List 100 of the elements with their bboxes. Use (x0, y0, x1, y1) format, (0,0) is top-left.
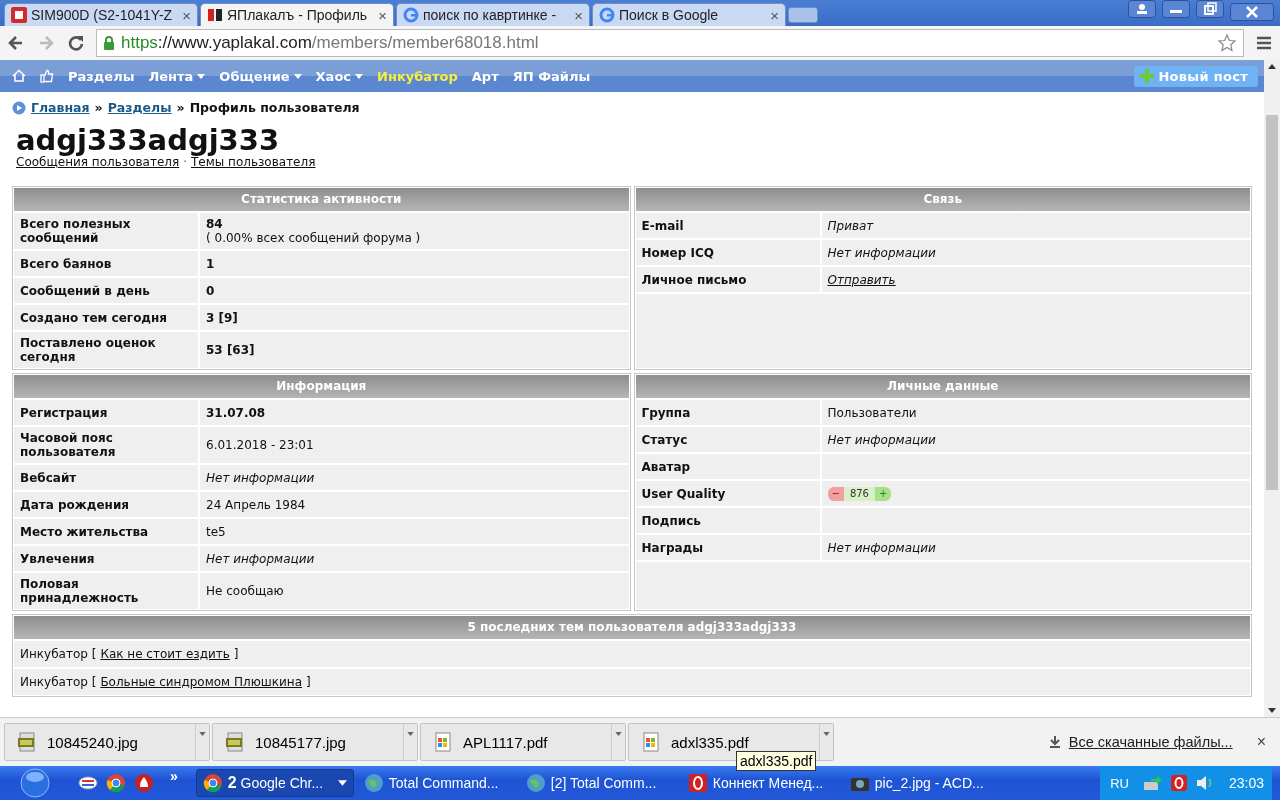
field-value: 84 (206, 217, 224, 231)
close-tab-button[interactable]: × (574, 6, 583, 24)
panel-header: Статистика активности (14, 188, 629, 211)
caret-icon[interactable] (337, 780, 347, 786)
fire-icon[interactable] (134, 773, 154, 793)
nav-link[interactable]: Лента (148, 68, 206, 84)
site-icon (207, 7, 223, 23)
browser-tab[interactable]: Поиск в Google × (592, 3, 786, 26)
topic-link[interactable]: Больные синдромом Плюшкина (100, 675, 302, 689)
profile-link[interactable]: Темы пользователя (191, 155, 316, 169)
caret-icon (197, 73, 206, 79)
topic-bracket: ] (306, 675, 311, 689)
browser-tab[interactable]: SIM900D (S2-1041Y-Z × (4, 3, 198, 26)
taskbar-button[interactable]: [2] Total Comm... (519, 769, 678, 797)
breadcrumb-separator: » (94, 100, 103, 115)
download-item[interactable]: 10845240.jpg (4, 723, 210, 761)
topic-section: Инкубатор [ (20, 675, 97, 689)
app-icon (11, 7, 27, 23)
nav-link[interactable]: Разделы (68, 68, 135, 84)
close-button[interactable]: × (1256, 733, 1266, 751)
field-value: 31.07.08 (206, 405, 267, 420)
field-label: Поставлено оценок сегодня (14, 332, 200, 368)
nav-link[interactable]: Общение (219, 68, 302, 84)
address-field[interactable]: https://www.yaplakal.com/members/member68018.html (96, 29, 1244, 57)
field-value: Нет информации (827, 540, 937, 555)
caret-icon (293, 73, 302, 79)
browser-tab[interactable]: ЯПлакалъ - Профиль × (200, 3, 394, 26)
topic-link[interactable]: Как не стоит ездить (100, 647, 230, 661)
caret-icon[interactable] (407, 732, 414, 736)
field-value: Нет информации (206, 470, 316, 485)
nav-link[interactable]: Хаос (315, 68, 364, 84)
restore-icon[interactable] (1196, 0, 1224, 18)
user-icon[interactable] (1128, 0, 1156, 18)
document-file-icon (433, 732, 453, 752)
image-file-icon (17, 732, 37, 752)
breadcrumb-current: Профиль пользователя (189, 100, 360, 115)
google-icon (403, 7, 419, 23)
close-icon[interactable] (1230, 3, 1274, 21)
close-tab-button[interactable]: × (378, 6, 387, 24)
tooltip: adxl335.pdf (736, 751, 817, 771)
topic-section: Инкубатор [ (20, 647, 97, 661)
scrollbar-thumb[interactable] (1266, 115, 1278, 490)
taskbar-button[interactable]: pic_2.jpg - ACD... (843, 769, 1002, 797)
panel-header: 5 последних тем пользователя adgj333adgj333 (14, 616, 1250, 639)
caret-icon[interactable] (823, 732, 830, 736)
app-icon (687, 773, 708, 793)
scroll-up-icon[interactable] (1268, 64, 1276, 69)
star-icon[interactable] (1217, 33, 1237, 53)
caret-icon[interactable] (615, 732, 622, 736)
field-value: Приват (827, 218, 875, 233)
breadcrumb-separator: » (176, 100, 185, 115)
taskbar-button[interactable]: Коннект Менед... (681, 769, 840, 797)
taskbar-button[interactable]: 2 Google Chr... (195, 769, 354, 797)
close-tab-button[interactable]: × (770, 6, 779, 24)
flag-icon[interactable] (78, 773, 98, 793)
panel-header: Личные данные (635, 375, 1250, 398)
more-button[interactable]: » (170, 768, 178, 784)
start-button[interactable] (20, 768, 50, 798)
field-value: Пользователи (827, 405, 918, 420)
nav-link[interactable]: Арт (471, 68, 499, 84)
field-label: Половая принадлежность (14, 573, 200, 609)
panel-header: Информация (14, 375, 629, 398)
chrome-icon (202, 773, 223, 793)
app-icon[interactable] (1168, 775, 1189, 791)
field-value: Нет информации (827, 245, 937, 260)
username-heading: adgj333adgj333 (16, 125, 281, 155)
breadcrumb-link[interactable]: Разделы (107, 100, 172, 115)
field-value: 53 [63] (206, 343, 256, 357)
thumbs-up-icon[interactable] (40, 69, 54, 83)
globe-icon (525, 773, 546, 793)
play-icon (12, 100, 26, 115)
all-downloads-link[interactable]: Все скачанные файлы... (1068, 734, 1233, 750)
download-item[interactable]: 10845177.jpg (212, 723, 418, 761)
taskbar-button[interactable]: Total Command... (357, 769, 516, 797)
breadcrumb-link[interactable]: Главная (31, 100, 90, 115)
home-icon[interactable] (12, 69, 26, 83)
field-note: ( 0.00% всех сообщений форума ) (206, 231, 422, 245)
rating-minus-button[interactable]: − (827, 486, 844, 501)
nav-link[interactable]: ЯП Файлы (512, 68, 591, 84)
send-message-link[interactable]: Отправить (827, 272, 1244, 287)
caret-icon (355, 73, 364, 79)
reload-icon[interactable] (66, 33, 86, 53)
caret-icon[interactable] (199, 732, 206, 736)
close-tab-button[interactable]: × (182, 6, 191, 24)
lock-icon (103, 35, 115, 51)
scrollbar[interactable] (1264, 60, 1280, 717)
globe-icon (363, 773, 384, 793)
download-item[interactable]: APL1117.pdf (420, 723, 626, 761)
field-value: Не сообщаю (206, 584, 285, 598)
field-value: Нет информации (206, 551, 316, 566)
field-value: 1 (206, 256, 216, 271)
minimize-icon[interactable] (1162, 0, 1190, 18)
chrome-icon[interactable] (106, 773, 126, 793)
browser-tab[interactable]: поиск по кавртинке - × (396, 3, 590, 26)
topic-bracket: ] (233, 647, 239, 661)
field-value: Нет информации (827, 432, 937, 447)
field-value: te5 (206, 524, 227, 539)
profile-link[interactable]: Сообщения пользователя (16, 155, 180, 169)
scroll-down-icon[interactable] (1268, 708, 1276, 713)
document-file-icon (641, 732, 661, 752)
